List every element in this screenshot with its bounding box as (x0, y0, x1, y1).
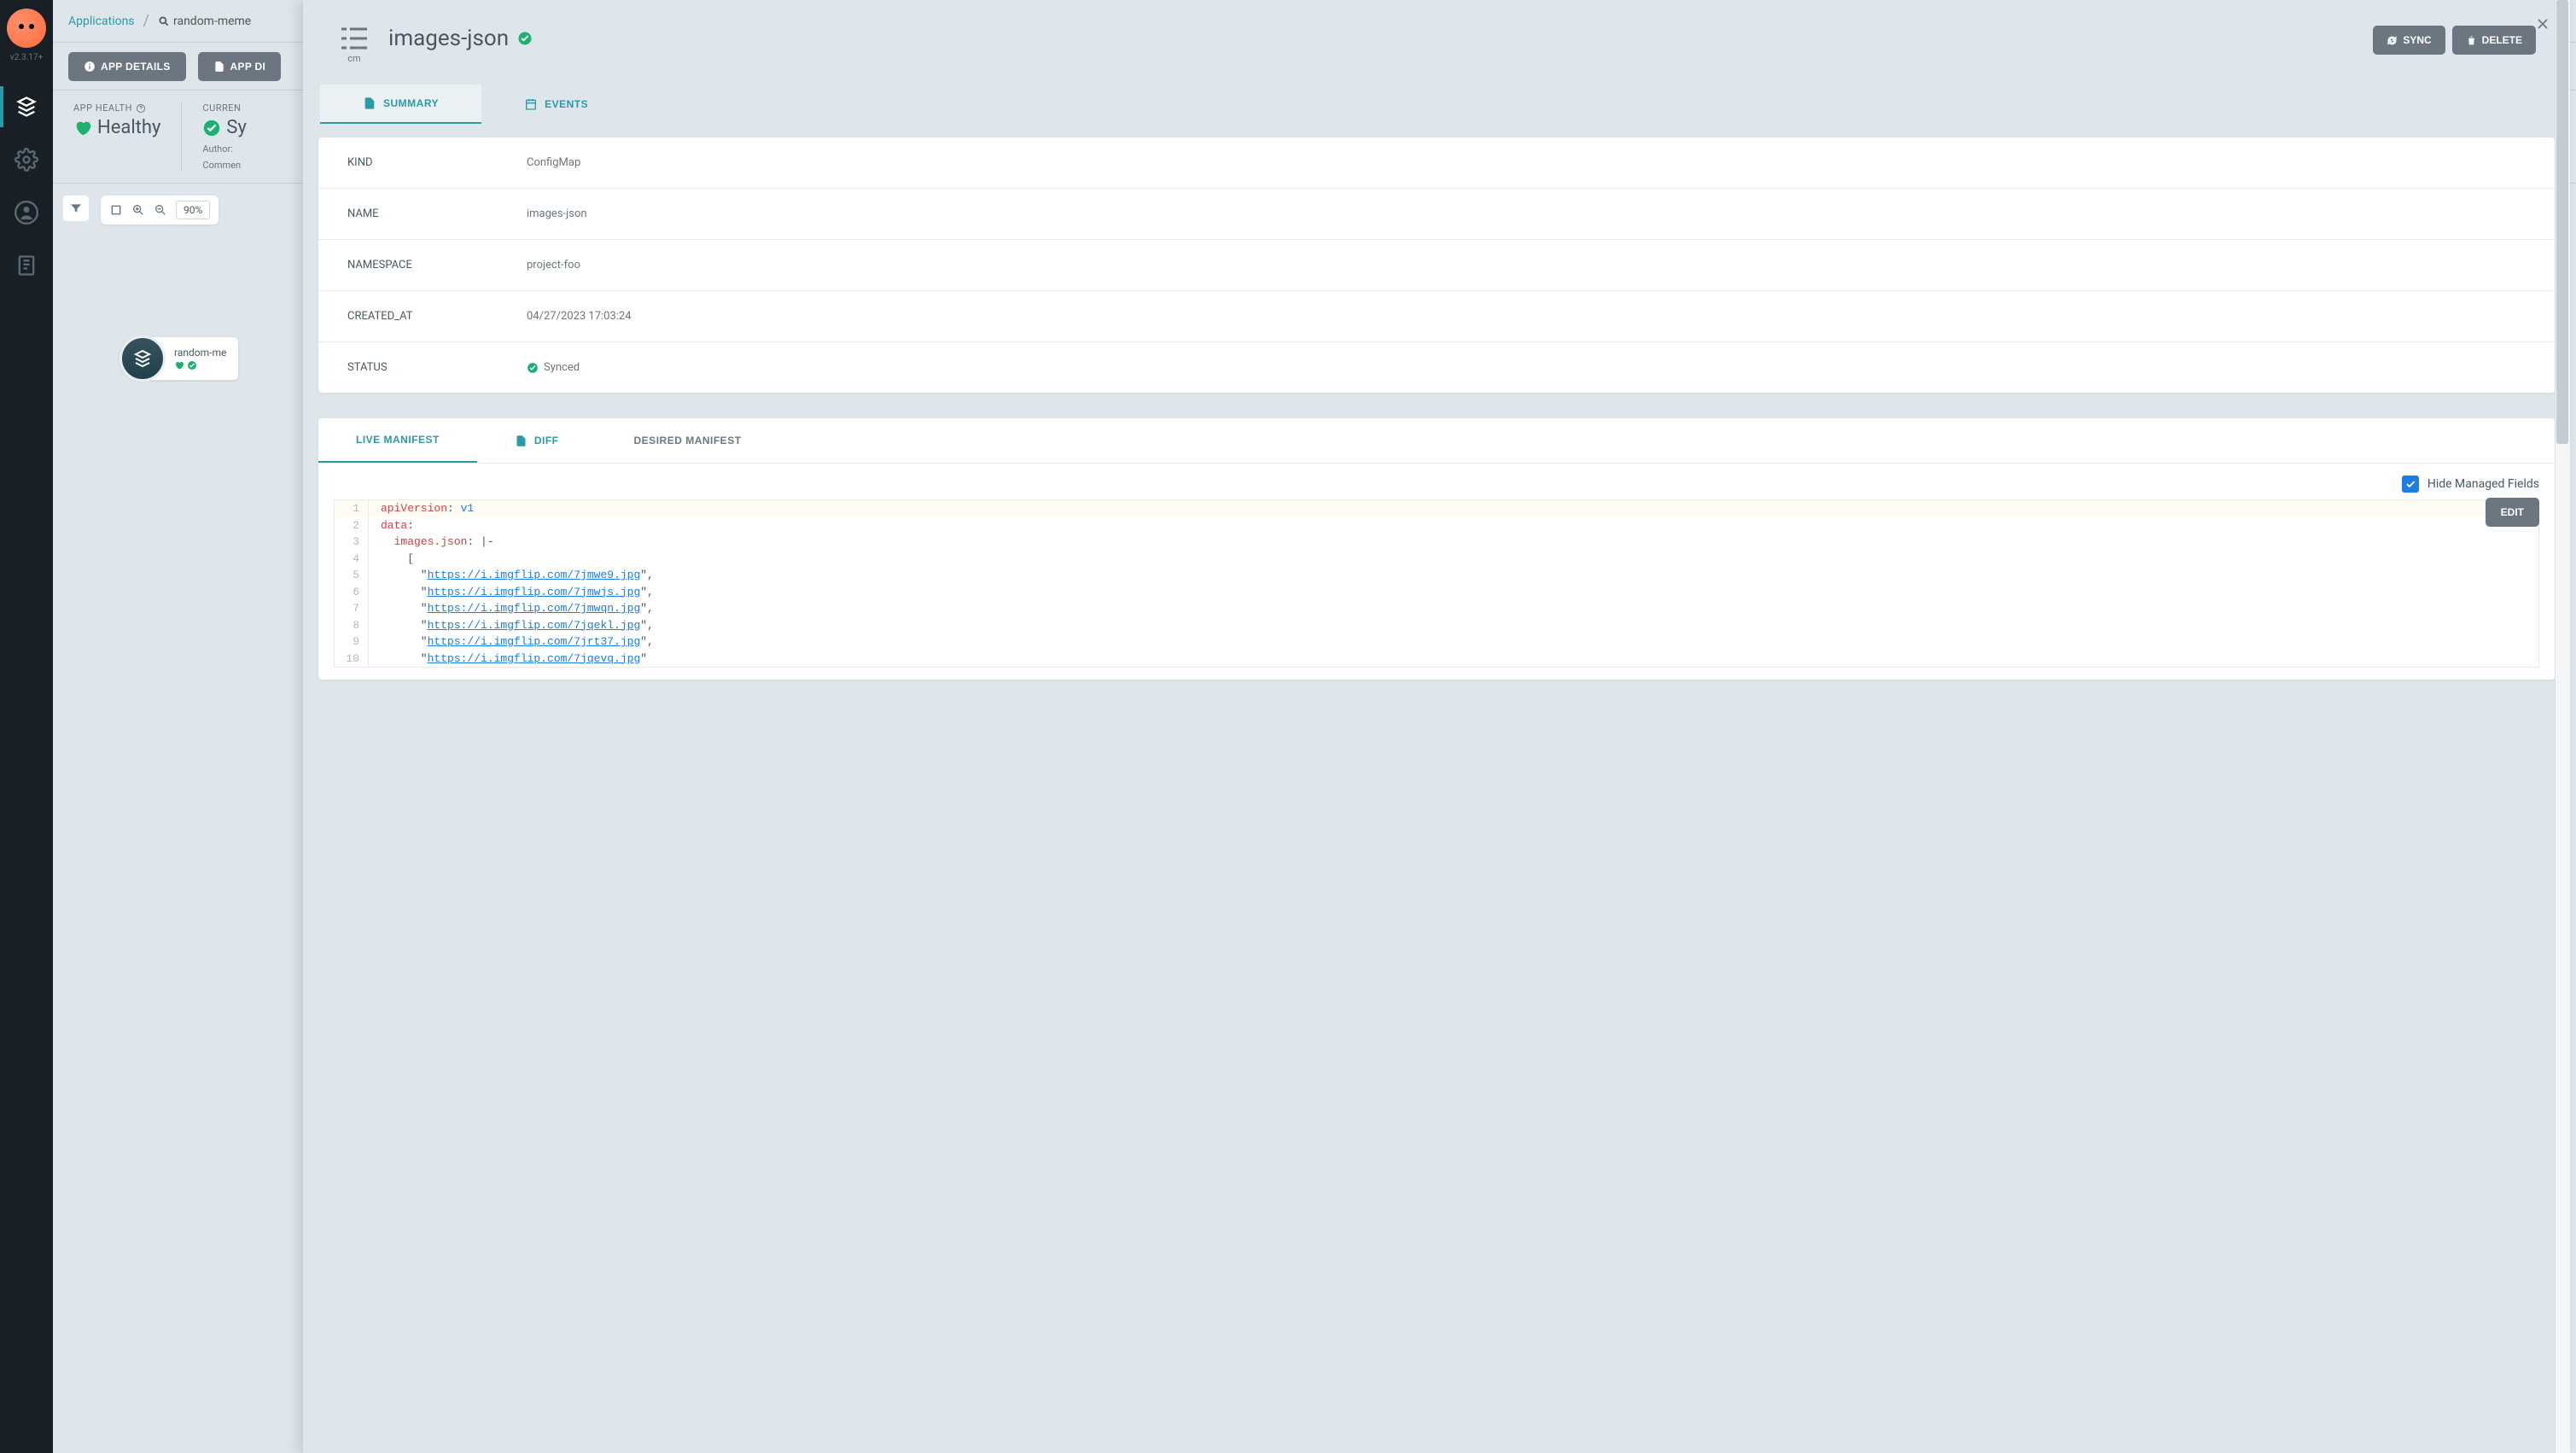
stack-icon (119, 336, 166, 382)
nav-settings[interactable] (0, 139, 53, 180)
version-label: v2.3.17+ (10, 53, 43, 62)
detail-namespace-value: project-foo (527, 259, 580, 271)
tab-summary[interactable]: SUMMARY (320, 85, 481, 124)
detail-name-value: images-json (527, 207, 587, 220)
detail-created-value: 04/27/2023 17:03:24 (527, 310, 632, 323)
detail-namespace-key: NAMESPACE (347, 259, 527, 271)
breadcrumb-separator: / (143, 12, 149, 30)
tab-desired-manifest[interactable]: DESIRED MANIFEST (597, 418, 779, 463)
nav-user[interactable] (0, 192, 53, 233)
breadcrumb-current-app[interactable]: random-meme (158, 15, 251, 28)
argo-logo[interactable] (7, 9, 46, 48)
zoom-level-display[interactable]: 90% (176, 201, 210, 219)
left-sidebar: v2.3.17+ (0, 0, 53, 1453)
manifest-code-block[interactable]: 1apiVersion: v1 2data: 3 images.json: |-… (334, 499, 2539, 668)
sync-label: CURREN (202, 102, 246, 114)
synced-check-icon (517, 31, 533, 46)
resource-detail-panel: cm images-json SYNC DELETE (303, 0, 2570, 1453)
tab-live-manifest[interactable]: LIVE MANIFEST (318, 418, 477, 463)
edit-manifest-button[interactable]: EDIT (2486, 498, 2539, 527)
hide-managed-fields-checkbox[interactable] (2402, 476, 2419, 493)
health-value: Healthy (73, 117, 160, 138)
close-panel-button[interactable] (2534, 15, 2551, 35)
zoom-fit-button[interactable] (109, 203, 123, 217)
detail-status-value: Synced (527, 361, 580, 374)
detail-kind-key: KIND (347, 156, 527, 169)
sync-button[interactable]: SYNC (2373, 26, 2445, 55)
zoom-in-button[interactable] (131, 203, 145, 217)
sync-comment: Commen (202, 160, 246, 171)
node-status-icons (174, 360, 226, 371)
panel-scrollbar[interactable] (2555, 0, 2570, 1453)
panel-title: images-json (388, 26, 509, 51)
filter-button[interactable] (63, 195, 89, 221)
health-label: APP HEALTH (73, 102, 160, 114)
panel-tabs: SUMMARY EVENTS (303, 85, 2570, 124)
details-card: KINDConfigMap NAMEimages-json NAMESPACEp… (318, 137, 2555, 393)
nav-docs[interactable] (0, 245, 53, 286)
zoom-out-button[interactable] (154, 203, 167, 217)
zoom-controls: 90% (101, 195, 219, 225)
tab-events[interactable]: EVENTS (481, 85, 631, 124)
sync-value: Sy (202, 117, 246, 138)
delete-button[interactable]: DELETE (2452, 26, 2536, 55)
breadcrumb-applications[interactable]: Applications (68, 15, 135, 28)
detail-created-key: CREATED_AT (347, 310, 527, 323)
hide-managed-fields-label: Hide Managed Fields (2427, 477, 2539, 491)
manifest-card: LIVE MANIFEST DIFF DESIRED MANIFEST H (318, 418, 2555, 680)
detail-name-key: NAME (347, 207, 527, 220)
tab-diff[interactable]: DIFF (477, 418, 597, 463)
detail-kind-value: ConfigMap (527, 156, 580, 169)
app-diff-button[interactable]: APP DI (198, 52, 282, 81)
configmap-icon: cm (337, 26, 371, 64)
app-root-node[interactable]: random-me (119, 337, 238, 380)
node-title: random-me (174, 347, 226, 359)
sync-author: Author: (202, 143, 246, 155)
detail-status-key: STATUS (347, 361, 527, 374)
app-details-button[interactable]: APP DETAILS (68, 52, 186, 81)
nav-applications[interactable] (0, 86, 53, 127)
